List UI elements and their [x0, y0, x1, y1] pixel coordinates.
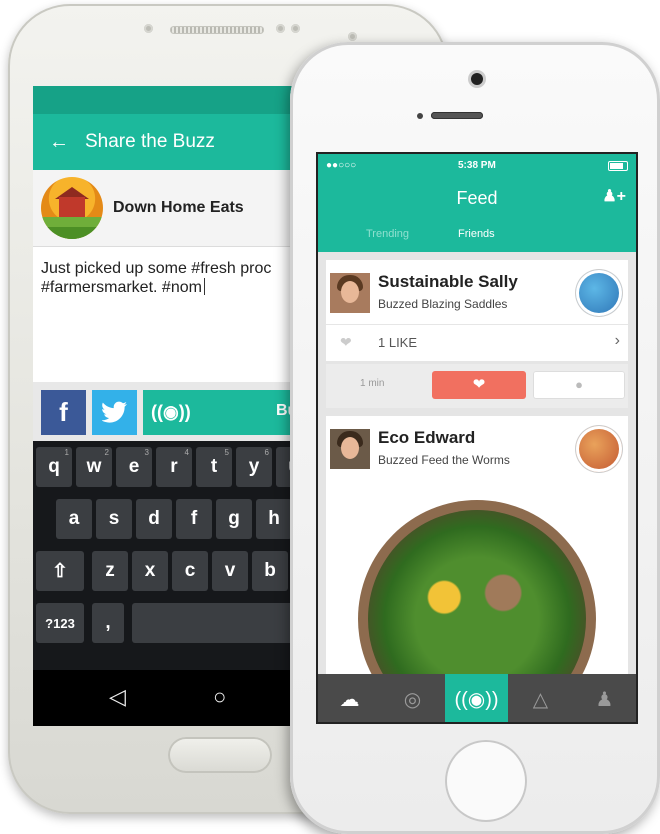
key[interactable]: q1 [36, 447, 72, 487]
page-title: Feed [456, 188, 498, 208]
shift-key[interactable]: ⇧ [36, 551, 84, 591]
twitter-share-button[interactable] [92, 389, 137, 435]
post-photo[interactable] [330, 486, 624, 676]
proximity-sensor [417, 113, 423, 119]
avatar[interactable] [330, 273, 370, 313]
feed-card: Sustainable Sally Buzzed Blazing Saddles… [326, 260, 628, 361]
key[interactable]: x [132, 551, 168, 591]
buzz-badge-icon[interactable] [576, 426, 622, 472]
profile-name: Down Home Eats [113, 199, 244, 216]
share-bar: f ((◉)) Bu [33, 382, 323, 442]
post-time: 1 min [360, 378, 385, 389]
post-text-line: #farmersmarket. #nom [41, 279, 202, 296]
post-author[interactable]: Eco Edward [378, 428, 475, 448]
key[interactable]: w2 [76, 447, 112, 487]
home-button[interactable] [445, 740, 527, 822]
home-button[interactable] [168, 737, 272, 773]
key[interactable]: a [56, 499, 92, 539]
key[interactable]: r4 [156, 447, 192, 487]
key[interactable]: h [256, 499, 292, 539]
soft-keyboard: q1 w2 e3 r4 t5 y6 u7 a s d f g h j ⇧ z x [33, 441, 323, 670]
post-text-input[interactable]: Just picked up some #fresh proc #farmers… [33, 247, 323, 382]
text-caret [203, 278, 205, 295]
hive-icon[interactable]: ☁ [318, 674, 381, 722]
key[interactable]: t5 [196, 447, 232, 487]
avatar[interactable] [330, 429, 370, 469]
comma-key[interactable]: , [92, 603, 124, 643]
tab-bar: ☁ ◎ ((◉)) △ ♟ [318, 674, 636, 722]
heart-icon: ❤ [340, 334, 352, 350]
likes-row[interactable]: ❤ 1 LIKE › [326, 324, 628, 361]
front-camera [471, 73, 483, 85]
shift-icon: ⇧ [52, 560, 68, 582]
key[interactable]: z [92, 551, 128, 591]
key[interactable]: y6 [236, 447, 272, 487]
key[interactable]: v [212, 551, 248, 591]
buzz-badge-icon[interactable] [576, 270, 622, 316]
key[interactable]: s [96, 499, 132, 539]
sensor-dot [144, 24, 153, 33]
facebook-icon: f [59, 396, 68, 427]
post-subtitle: Buzzed Feed the Worms [378, 453, 510, 467]
speaker-grille [170, 26, 264, 34]
feed-card: Eco Edward Buzzed Feed the Worms [326, 416, 628, 676]
like-button[interactable]: ❤ [432, 371, 526, 399]
like-count: 1 LIKE [378, 335, 418, 350]
key[interactable]: c [172, 551, 208, 591]
key[interactable]: d [136, 499, 172, 539]
page-title: Share the Buzz [85, 131, 215, 152]
buzz-icon[interactable]: ((◉)) [445, 674, 508, 722]
add-user-icon[interactable]: ♟+ [602, 186, 626, 206]
camera-dot [348, 32, 357, 41]
home-circle-icon[interactable]: ○ [213, 684, 226, 710]
android-screen: ← Share the Buzz Down Home Eats Just pic… [33, 86, 323, 726]
tab-trending[interactable]: Trending [366, 228, 409, 240]
post-text-line: Just picked up some #fresh proc [41, 260, 272, 277]
key[interactable]: b [252, 551, 288, 591]
share-header: ← Share the Buzz [33, 114, 323, 170]
back-triangle-icon[interactable]: ◁ [109, 684, 126, 710]
iphone-screen: ●●○○○ 5:38 PM Feed ♟+ Trending Friends S… [316, 152, 638, 724]
bell-icon[interactable]: △ [509, 674, 572, 722]
key[interactable]: f [176, 499, 212, 539]
avatar [41, 177, 103, 239]
arrow-left-icon[interactable]: ← [41, 131, 77, 154]
battery-icon [608, 161, 628, 171]
twitter-icon [101, 401, 127, 423]
status-bar [33, 86, 323, 114]
status-time: 5:38 PM [458, 160, 496, 171]
facebook-share-button[interactable]: f [41, 389, 86, 435]
tab-friends[interactable]: Friends [458, 228, 495, 240]
post-author[interactable]: Sustainable Sally [378, 272, 518, 292]
earpiece [431, 112, 483, 119]
buzz-icon: ((◉)) [151, 401, 191, 422]
signal-icon: ●●○○○ [326, 160, 357, 171]
badge-icon[interactable]: ◎ [381, 674, 444, 722]
iphone: ●●○○○ 5:38 PM Feed ♟+ Trending Friends S… [290, 42, 660, 834]
chevron-right-icon: › [614, 332, 620, 349]
android-nav-bar: ◁ ○ [33, 670, 323, 726]
key[interactable]: g [216, 499, 252, 539]
post-subtitle: Buzzed Blazing Saddles [378, 297, 508, 311]
feed-header: ●●○○○ 5:38 PM Feed ♟+ Trending Friends [318, 154, 636, 252]
post-actions: 1 min ❤ ● [326, 364, 628, 408]
profile-row: Down Home Eats [33, 170, 323, 247]
symbols-key[interactable]: ?123 [36, 603, 84, 643]
sensor-dot [291, 24, 300, 33]
key[interactable]: e3 [116, 447, 152, 487]
profile-icon[interactable]: ♟ [573, 674, 636, 722]
comment-button[interactable]: ● [533, 371, 625, 399]
sensor-dot [276, 24, 285, 33]
